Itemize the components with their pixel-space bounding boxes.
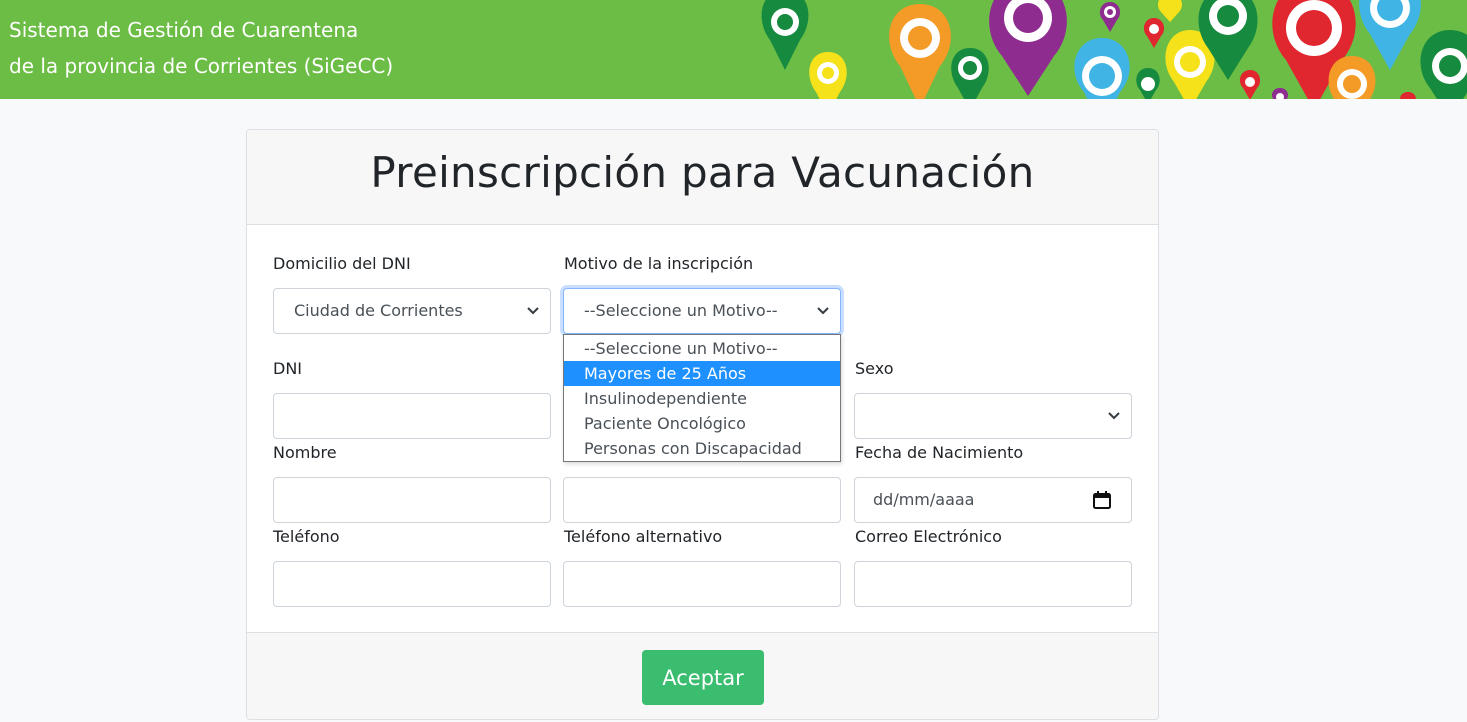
sexo-select[interactable]: [854, 393, 1132, 439]
motivo-option-highlighted[interactable]: Mayores de 25 Años: [564, 361, 840, 386]
card-footer: Aceptar: [247, 632, 1158, 719]
motivo-option[interactable]: Personas con Discapacidad: [564, 436, 840, 461]
correo-label: Correo Electrónico: [855, 527, 1002, 546]
chevron-down-icon: [1108, 412, 1120, 420]
card-header: Preinscripción para Vacunación: [247, 130, 1158, 225]
chevron-down-icon: [817, 307, 829, 315]
fecha-nacimiento-label: Fecha de Nacimiento: [855, 443, 1024, 462]
nombre-input[interactable]: [273, 477, 551, 523]
motivo-select[interactable]: --Seleccione un Motivo--: [563, 288, 841, 334]
nombre-label: Nombre: [273, 443, 337, 462]
correo-input[interactable]: [854, 561, 1132, 607]
motivo-option[interactable]: Paciente Oncológico: [564, 411, 840, 436]
accept-button[interactable]: Aceptar: [642, 650, 764, 705]
page-title: Preinscripción para Vacunación: [370, 148, 1035, 197]
telefono-input[interactable]: [273, 561, 551, 607]
motivo-label: Motivo de la inscripción: [564, 254, 754, 273]
telefono-alternativo-label: Teléfono alternativo: [564, 527, 723, 546]
motivo-option[interactable]: Insulinodependiente: [564, 386, 840, 411]
domicilio-label: Domicilio del DNI: [273, 254, 411, 273]
chevron-down-icon: [527, 307, 539, 315]
sexo-label: Sexo: [855, 359, 894, 378]
dni-input[interactable]: [273, 393, 551, 439]
domicilio-select-value: Ciudad de Corrientes: [294, 301, 463, 320]
fecha-nacimiento-input[interactable]: dd/mm/aaaa: [854, 477, 1132, 523]
map-pins-banner-icon: [761, 0, 1467, 99]
telefono-label: Teléfono: [273, 527, 340, 546]
dni-label: DNI: [273, 359, 303, 378]
calendar-icon[interactable]: [1092, 490, 1112, 510]
motivo-dropdown-list: --Seleccione un Motivo-- Mayores de 25 A…: [563, 334, 841, 462]
domicilio-select[interactable]: Ciudad de Corrientes: [273, 288, 551, 334]
app-title-line2: de la provincia de Corrientes (SiGeCC): [9, 54, 394, 78]
motivo-select-value: --Seleccione un Motivo--: [584, 301, 778, 320]
motivo-option[interactable]: --Seleccione un Motivo--: [564, 336, 840, 361]
app-header: Sistema de Gestión de Cuarentena de la p…: [0, 0, 1467, 99]
app-title-line1: Sistema de Gestión de Cuarentena: [9, 18, 359, 42]
telefono-alternativo-input[interactable]: [563, 561, 841, 607]
apellido-input[interactable]: [563, 477, 841, 523]
fecha-nacimiento-placeholder: dd/mm/aaaa: [873, 490, 975, 509]
app-title: Sistema de Gestión de Cuarentena de la p…: [9, 12, 393, 84]
